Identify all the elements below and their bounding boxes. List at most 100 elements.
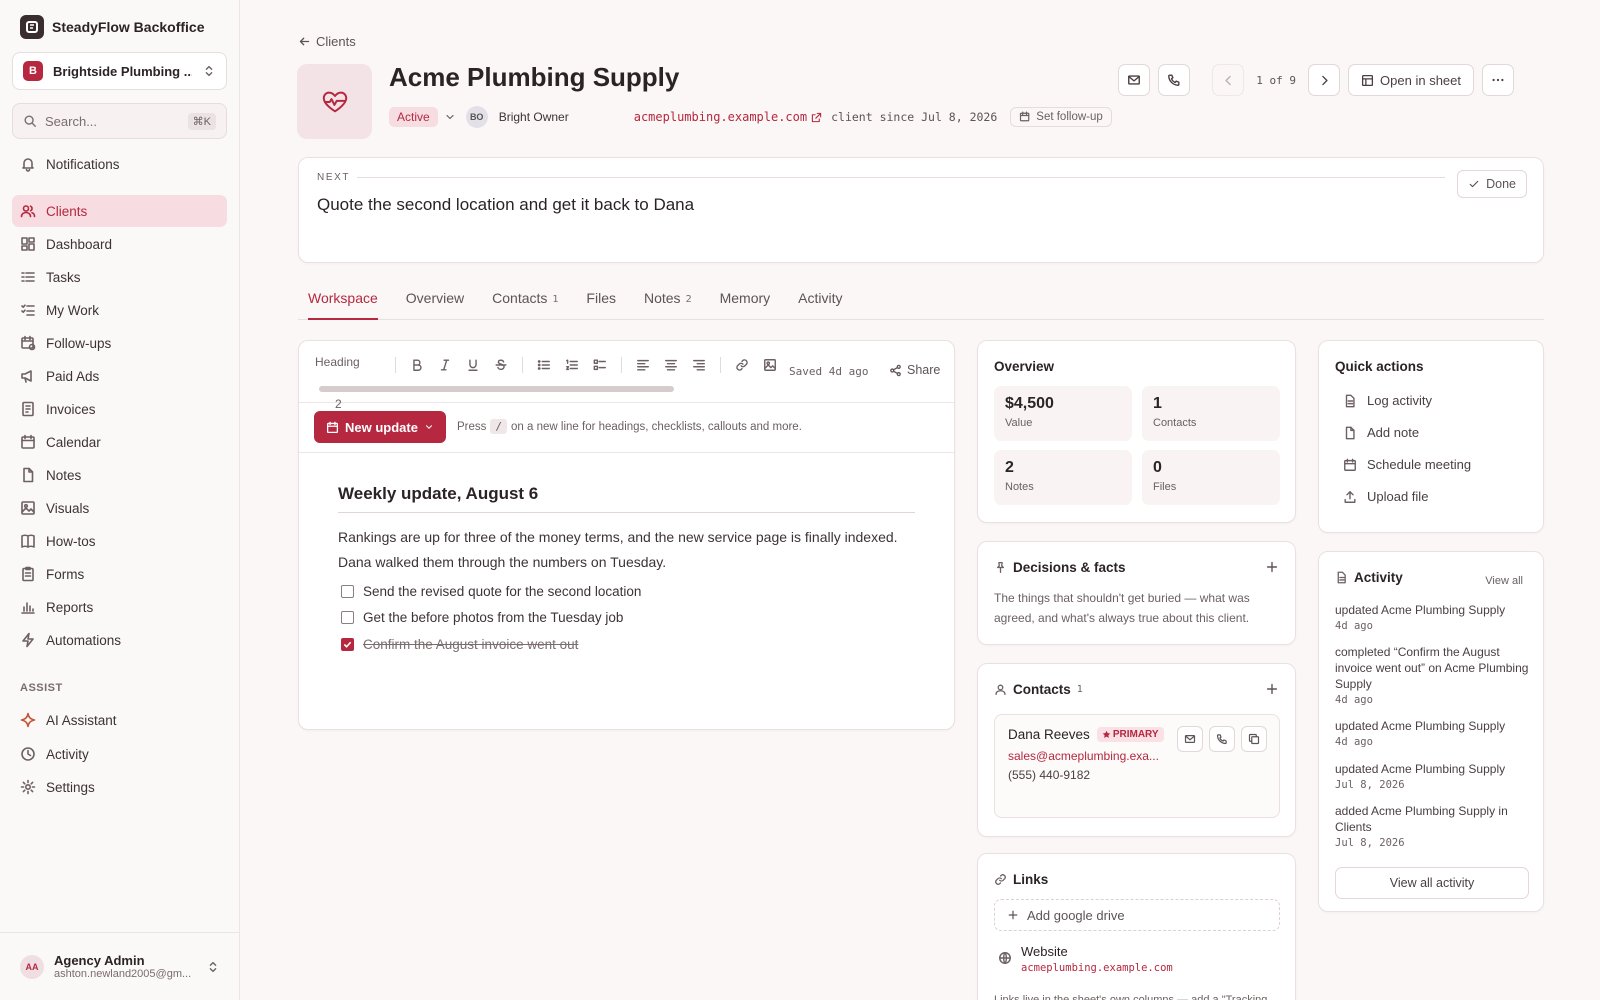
tab-label: Memory (719, 290, 771, 306)
call-button[interactable] (1158, 64, 1191, 96)
align-center-icon[interactable] (664, 358, 678, 372)
nav-clients[interactable]: Clients (12, 195, 227, 227)
checklist-item[interactable]: Confirm the August invoice went out (341, 637, 578, 652)
brand[interactable]: SteadyFlow Backoffice (20, 15, 205, 39)
nav-automations[interactable]: Automations (12, 624, 227, 656)
toolbar-scrollbar[interactable] (319, 386, 674, 392)
log-activity-button[interactable]: Log activity (1343, 393, 1432, 408)
nav-notifications[interactable]: Notifications (12, 148, 227, 180)
nav-how-tos[interactable]: How-tos (12, 525, 227, 557)
heading-select-label: Heading (315, 355, 360, 369)
email-button[interactable] (1118, 64, 1151, 96)
tab-memory[interactable]: Memory (720, 280, 771, 320)
workspace-switcher[interactable]: B Brightside Plumbing ... (12, 52, 227, 90)
nav-paid-ads[interactable]: Paid Ads (12, 360, 227, 392)
search-icon (24, 115, 36, 127)
tab-files[interactable]: Files (586, 280, 616, 320)
nav-notes[interactable]: Notes (12, 459, 227, 491)
owner-name[interactable]: Bright Owner (499, 110, 569, 124)
back-link[interactable]: Clients (298, 34, 356, 49)
card-title-text: Contacts (1013, 682, 1071, 697)
nav-activity[interactable]: Activity (12, 738, 227, 770)
checklist-item[interactable]: Send the revised quote for the second lo… (341, 584, 641, 599)
previous-client-button[interactable] (1212, 64, 1245, 96)
website-url[interactable]: acmeplumbing.example.com (1021, 962, 1173, 974)
underline-icon[interactable] (466, 358, 480, 372)
website-link-row[interactable]: Website acmeplumbing.example.com (998, 944, 1173, 974)
strikethrough-icon[interactable] (494, 358, 508, 372)
add-note-button[interactable]: Add note (1343, 425, 1419, 440)
image-icon[interactable] (763, 358, 777, 372)
nav-tasks[interactable]: Tasks (12, 261, 227, 293)
nav-invoices[interactable]: Invoices (12, 393, 227, 425)
plus-icon[interactable] (1265, 560, 1279, 574)
contact-phone[interactable]: (555) 440-9182 (1008, 768, 1090, 782)
done-button[interactable]: Done (1457, 170, 1527, 198)
doc-paragraph[interactable]: Rankings are up for three of the money t… (338, 525, 898, 575)
search-input[interactable]: Search... ⌘K (12, 103, 227, 139)
share-button[interactable]: Share (889, 363, 940, 377)
plus-icon[interactable] (1265, 682, 1279, 696)
set-follow-up-button[interactable]: Set follow-up (1010, 107, 1112, 127)
nav-reports[interactable]: Reports (12, 591, 227, 623)
checklist-icon[interactable] (593, 358, 607, 372)
client-website-link[interactable]: acmeplumbing.example.com (634, 110, 807, 124)
view-all-link[interactable]: View all (1485, 575, 1523, 587)
chevron-down-icon[interactable] (444, 111, 456, 123)
nav-label: Forms (46, 566, 85, 582)
email-contact-button[interactable] (1177, 726, 1203, 752)
add-google-drive-button[interactable]: Add google drive (994, 899, 1280, 931)
upload-file-button[interactable]: Upload file (1343, 489, 1428, 504)
done-label: Done (1486, 177, 1516, 191)
tab-workspace[interactable]: Workspace (308, 280, 378, 320)
link-icon[interactable] (735, 358, 749, 372)
nav-follow-ups[interactable]: Follow-ups (12, 327, 227, 359)
numbered-list-icon[interactable] (565, 358, 579, 372)
tab-contacts[interactable]: Contacts 1 (492, 280, 558, 320)
user-menu[interactable]: AA Agency Admin ashton.newland2005@gm... (0, 932, 240, 1000)
italic-icon[interactable] (438, 358, 452, 372)
nav-dashboard[interactable]: Dashboard (12, 228, 227, 260)
schedule-meeting-button[interactable]: Schedule meeting (1343, 457, 1471, 472)
checkbox[interactable] (341, 585, 354, 598)
tab-overview[interactable]: Overview (406, 280, 464, 320)
more-actions-button[interactable] (1482, 64, 1514, 96)
status-badge[interactable]: Active (389, 107, 438, 127)
nav-visuals[interactable]: Visuals (12, 492, 227, 524)
activity-date: 4d ago (1335, 736, 1373, 748)
align-left-icon[interactable] (636, 358, 650, 372)
new-update-button[interactable]: New update (314, 411, 446, 443)
view-all-activity-button[interactable]: View all activity (1335, 867, 1529, 899)
copy-contact-button[interactable] (1241, 726, 1267, 752)
tab-notes[interactable]: Notes 2 (644, 280, 692, 320)
align-right-icon[interactable] (692, 358, 706, 372)
contact-email[interactable]: sales@acmeplumbing.exa... (1008, 749, 1159, 763)
user-email: ashton.newland2005@gm... (54, 968, 192, 980)
nav-section-assist: ASSIST (20, 682, 63, 694)
stat-number: 2 (1005, 459, 1014, 476)
checklist-item[interactable]: Get the before photos from the Tuesday j… (341, 610, 623, 625)
bullet-list-icon[interactable] (537, 358, 551, 372)
checkbox[interactable] (341, 638, 354, 651)
contact-item[interactable]: Dana Reeves PRIMARY sales@acmeplumbing.e… (994, 714, 1280, 818)
next-client-button[interactable] (1308, 64, 1341, 96)
checklist-text: Get the before photos from the Tuesday j… (363, 610, 624, 625)
nav-label: My Work (46, 302, 99, 318)
bold-icon[interactable] (410, 358, 424, 372)
badge-text: PRIMARY (1112, 729, 1159, 740)
open-in-sheet-button[interactable]: Open in sheet (1348, 64, 1474, 96)
nav-forms[interactable]: Forms (12, 558, 227, 590)
nav-settings[interactable]: Settings (12, 771, 227, 803)
divider (621, 357, 622, 373)
next-step-text[interactable]: Quote the second location and get it bac… (317, 195, 694, 215)
chevron-updown-icon (209, 961, 217, 972)
checkbox[interactable] (341, 611, 354, 624)
nav-ai-assistant[interactable]: AI Assistant (12, 704, 227, 736)
doc-heading[interactable]: Weekly update, August 6 (338, 484, 915, 513)
calendar-icon (21, 434, 35, 449)
call-contact-button[interactable] (1209, 726, 1235, 752)
chevron-left-icon (1225, 75, 1231, 85)
nav-my-work[interactable]: My Work (12, 294, 227, 326)
nav-calendar[interactable]: Calendar (12, 426, 227, 458)
tab-activity[interactable]: Activity (798, 280, 842, 320)
